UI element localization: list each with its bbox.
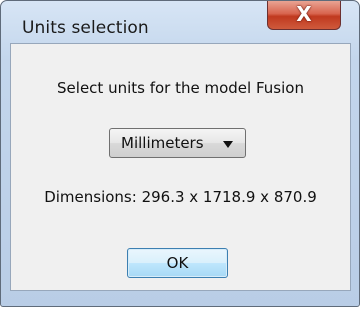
chevron-down-icon — [223, 141, 233, 148]
prompt-label: Select units for the model Fusion — [57, 79, 304, 97]
dialog-body: Select units for the model Fusion Millim… — [10, 43, 351, 291]
units-dropdown-value: Millimeters — [121, 134, 204, 152]
units-dropdown[interactable]: Millimeters — [109, 128, 246, 158]
units-selection-dialog: Units selection X Select units for the m… — [0, 0, 360, 307]
close-icon: X — [296, 2, 312, 26]
close-button[interactable]: X — [267, 1, 341, 30]
ok-button[interactable]: OK — [127, 248, 228, 278]
ok-button-label: OK — [166, 254, 189, 272]
window-title: Units selection — [22, 18, 149, 38]
title-bar[interactable]: Units selection X — [1, 1, 359, 41]
dimensions-label: Dimensions: 296.3 x 1718.9 x 870.9 — [44, 188, 317, 206]
